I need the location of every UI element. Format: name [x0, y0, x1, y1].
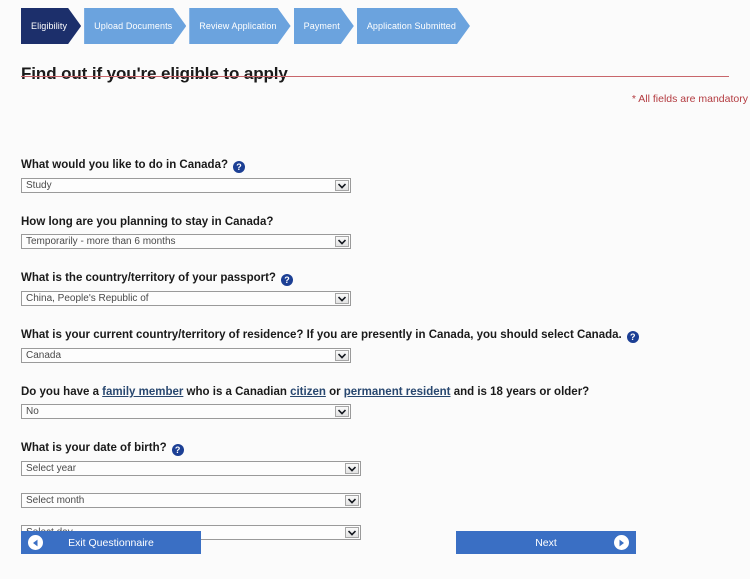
field-duration: How long are you planning to stay in Can… — [21, 215, 731, 249]
page-title: Find out if you're eligible to apply — [21, 64, 288, 84]
field-label-family-member: Do you have a family member who is a Can… — [21, 385, 731, 399]
select-purpose-value: Study — [26, 180, 52, 191]
select-birth-month[interactable]: Select month — [21, 493, 361, 508]
select-birth-month-value: Select month — [26, 495, 85, 506]
select-passport-country-value: China, People's Republic of — [26, 293, 149, 304]
chevron-down-icon[interactable] — [335, 180, 349, 191]
progress-step-review-application[interactable]: Review Application — [189, 8, 290, 44]
chevron-down-icon[interactable] — [335, 236, 349, 247]
select-duration-value: Temporarily - more than 6 months — [26, 236, 176, 247]
progress-step-label: Review Application — [199, 20, 277, 31]
label-segment: and is 18 years or older? — [450, 386, 590, 398]
exit-questionnaire-label: Exit Questionnaire — [68, 536, 154, 549]
next-button[interactable]: Next — [456, 531, 636, 554]
select-family-member[interactable]: No — [21, 404, 351, 419]
chevron-down-icon[interactable] — [335, 293, 349, 304]
field-label-residence-country: What is your current country/territory o… — [21, 328, 731, 343]
question-mark-circle-icon[interactable]: ? — [171, 444, 184, 456]
select-passport-country[interactable]: China, People's Republic of — [21, 291, 351, 306]
exit-questionnaire-button[interactable]: Exit Questionnaire — [21, 531, 201, 554]
progress-step-label: Payment — [303, 20, 340, 31]
field-label-date-of-birth: What is your date of birth?? — [21, 441, 731, 456]
select-residence-country[interactable]: Canada — [21, 348, 351, 363]
select-birth-year-value: Select year — [26, 463, 77, 474]
field-label-text: What is your date of birth? — [21, 442, 167, 454]
chevron-down-icon[interactable] — [335, 406, 349, 417]
field-label-passport-country: What is the country/territory of your pa… — [21, 271, 731, 286]
field-passport-country: What is the country/territory of your pa… — [21, 271, 731, 306]
progress-step-upload-documents[interactable]: Upload Documents — [84, 8, 186, 44]
field-label-purpose: What would you like to do in Canada?? — [21, 158, 731, 173]
arrow-left-circle-icon — [28, 535, 43, 550]
progress-step-label: Upload Documents — [94, 20, 173, 31]
link-citizen[interactable]: citizen — [290, 386, 326, 398]
select-duration[interactable]: Temporarily - more than 6 months — [21, 234, 351, 249]
title-divider — [21, 76, 729, 77]
select-residence-country-value: Canada — [26, 350, 62, 361]
chevron-down-icon[interactable] — [345, 527, 359, 538]
field-label-duration: How long are you planning to stay in Can… — [21, 216, 274, 228]
question-mark-circle-icon[interactable]: ? — [626, 331, 639, 343]
field-purpose: What would you like to do in Canada?? St… — [21, 158, 731, 193]
chevron-down-icon[interactable] — [335, 350, 349, 361]
question-mark-circle-icon[interactable]: ? — [280, 274, 293, 286]
mandatory-fields-note: * All fields are mandatory — [631, 93, 748, 105]
arrow-right-circle-icon — [614, 535, 629, 550]
chevron-down-icon[interactable] — [345, 463, 359, 474]
field-family-member: Do you have a family member who is a Can… — [21, 385, 731, 419]
chevron-down-icon[interactable] — [345, 495, 359, 506]
field-date-of-birth: What is your date of birth?? Select year… — [21, 441, 731, 540]
link-permanent-resident[interactable]: permanent resident — [344, 386, 451, 398]
select-birth-year[interactable]: Select year — [21, 461, 361, 476]
label-segment: or — [325, 386, 344, 398]
field-residence-country: What is your current country/territory o… — [21, 328, 731, 363]
progress-step-eligibility[interactable]: Eligibility — [21, 8, 81, 44]
next-label: Next — [535, 536, 557, 549]
progress-step-application-submitted[interactable]: Application Submitted — [357, 8, 470, 44]
link-family-member[interactable]: family member — [102, 386, 183, 398]
select-family-member-value: No — [26, 406, 39, 417]
label-segment: who is a Canadian — [183, 386, 291, 398]
progress-step-label: Eligibility — [31, 20, 68, 31]
eligibility-form: What would you like to do in Canada?? St… — [21, 158, 731, 540]
question-mark-circle-icon[interactable]: ? — [233, 161, 245, 173]
label-segment: Do you have a — [21, 386, 103, 398]
field-label-text: What is your current country/territory o… — [21, 329, 622, 341]
progress-step-payment[interactable]: Payment — [294, 8, 354, 44]
progress-step-label: Application Submitted — [366, 20, 456, 31]
select-purpose[interactable]: Study — [21, 178, 351, 193]
progress-steps: Eligibility Upload Documents Review Appl… — [21, 8, 473, 44]
field-label-text: What is the country/territory of your pa… — [21, 272, 276, 284]
field-label-text: What would you like to do in Canada? — [21, 159, 228, 171]
